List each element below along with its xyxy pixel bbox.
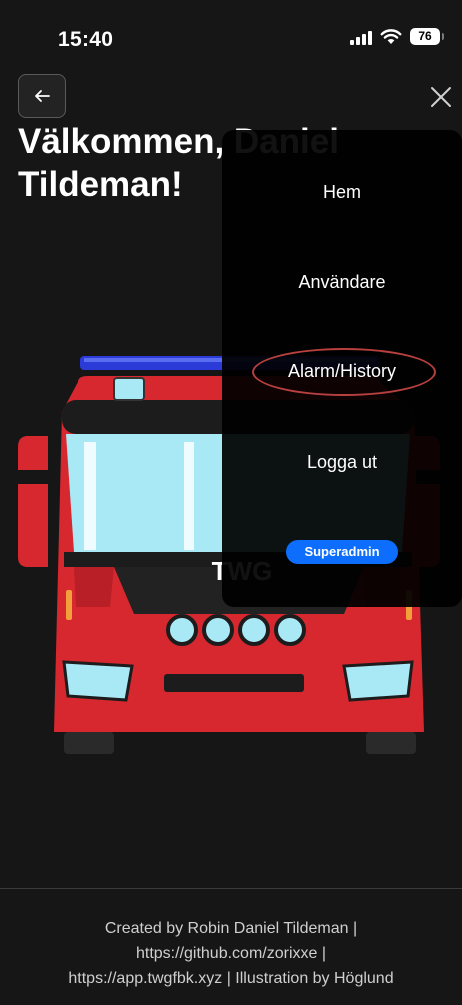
nav-menu: Hem Användare Alarm/History Logga ut Sup… — [222, 130, 462, 607]
signal-icon — [350, 29, 372, 45]
menu-item-users[interactable]: Användare — [222, 272, 462, 293]
footer-app-link[interactable]: https://app.twgfbk.xyz | Illustration by… — [0, 966, 462, 991]
menu-item-home[interactable]: Hem — [222, 182, 462, 203]
back-button[interactable] — [18, 74, 66, 118]
close-icon — [431, 87, 451, 107]
wifi-icon — [380, 29, 402, 44]
menu-item-logout[interactable]: Logga ut — [222, 452, 462, 473]
menu-item-alarm-history[interactable]: Alarm/History — [222, 361, 462, 382]
footer-github-link[interactable]: https://github.com/zorixxe | — [0, 941, 462, 966]
close-button[interactable] — [424, 80, 458, 114]
battery-icon: 76 — [410, 28, 444, 45]
role-badge: Superadmin — [286, 540, 398, 564]
status-time: 15:40 — [58, 28, 114, 51]
status-bar: 15:40 76 — [0, 0, 462, 70]
footer: Created by Robin Daniel Tildeman | https… — [0, 916, 462, 991]
arrow-left-icon — [35, 90, 50, 102]
footer-divider — [0, 888, 462, 889]
footer-credit: Created by Robin Daniel Tildeman | — [104, 920, 358, 937]
status-icons: 76 — [350, 28, 444, 45]
